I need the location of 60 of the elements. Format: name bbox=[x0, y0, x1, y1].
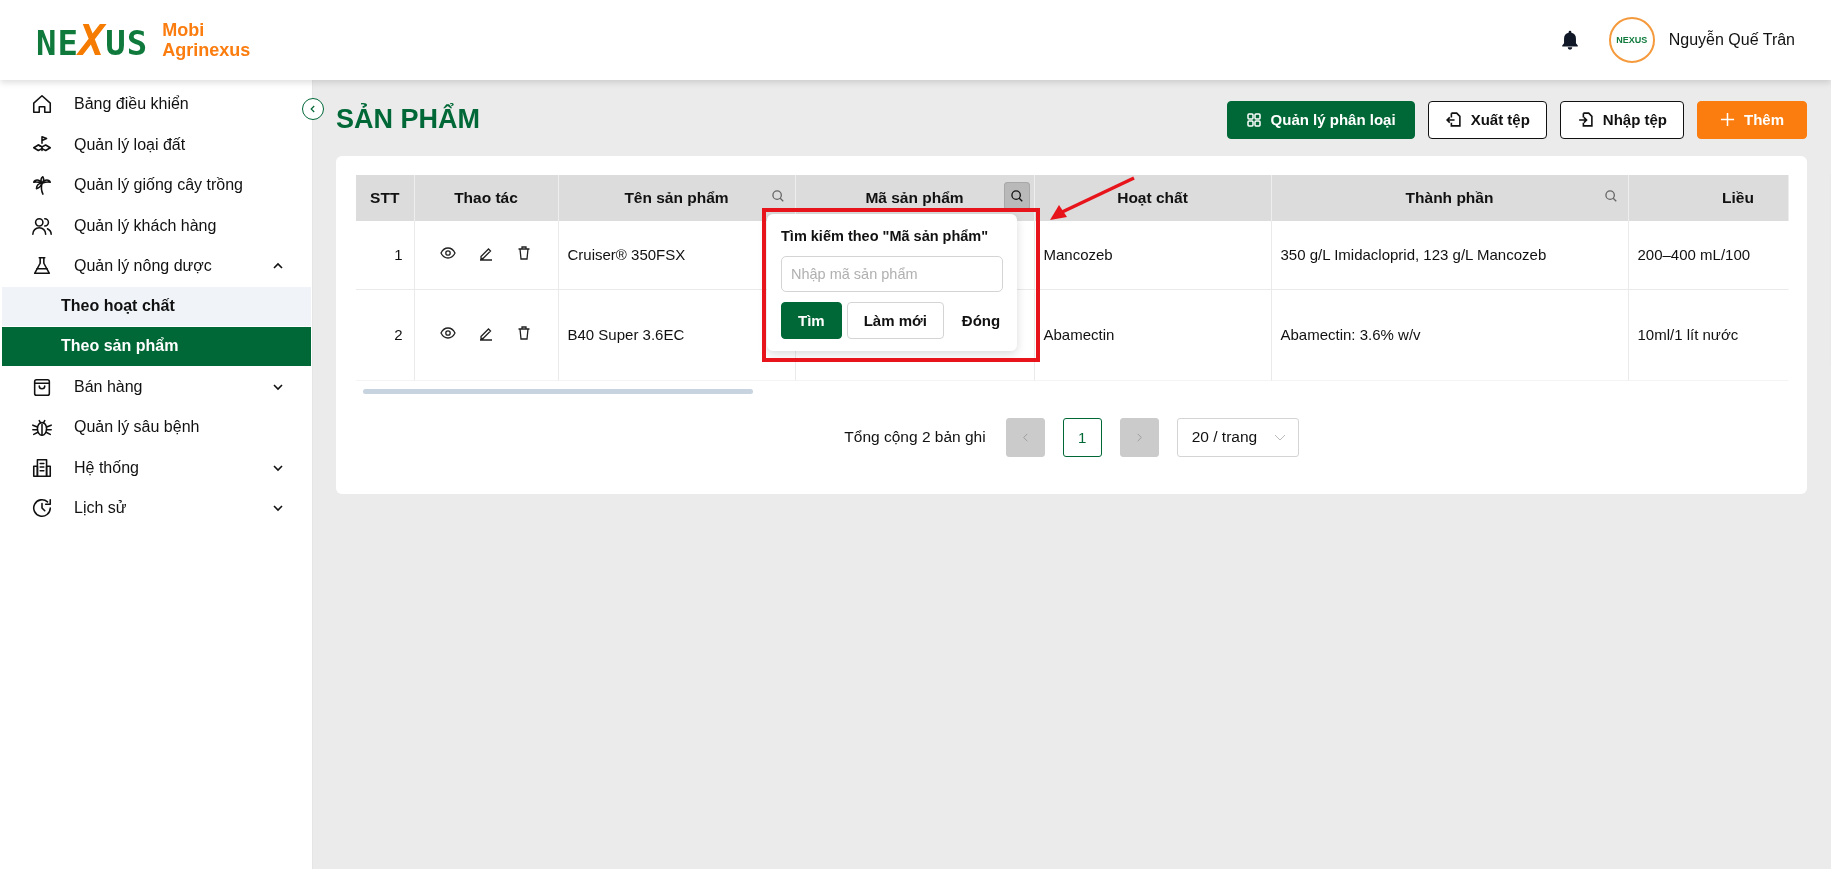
delete-icon[interactable] bbox=[516, 245, 532, 262]
column-header: Hoạt chất bbox=[1034, 175, 1271, 221]
logo-wordmark: NEXUS bbox=[36, 15, 149, 65]
table-cell: Mancozeb bbox=[1034, 221, 1271, 289]
import-file-icon bbox=[1576, 111, 1594, 128]
search-icon bbox=[1009, 189, 1024, 203]
toolbar-button[interactable]: Nhập tệp bbox=[1559, 100, 1684, 139]
building-icon bbox=[31, 456, 53, 479]
popup-button[interactable]: Tìm bbox=[781, 302, 842, 339]
delete-icon[interactable] bbox=[516, 325, 532, 341]
menu-item[interactable]: Quản lý loại đất bbox=[0, 124, 296, 165]
edit-icon[interactable] bbox=[478, 245, 494, 262]
clock-icon bbox=[31, 497, 53, 520]
user-avatar[interactable]: NEXUS bbox=[1608, 17, 1655, 63]
submenu-item[interactable]: Theo hoạt chất bbox=[2, 286, 311, 326]
search-icon bbox=[770, 189, 785, 203]
popup-button[interactable]: Làm mới bbox=[846, 302, 944, 339]
table-cell: 350 g/L Imidacloprid, 123 g/L Mancozeb bbox=[1271, 221, 1628, 289]
menu-item[interactable]: Bảng điều khiển bbox=[0, 84, 296, 125]
submenu-item[interactable]: Theo sản phẩm bbox=[2, 326, 311, 366]
menu-item[interactable]: Hệ thống bbox=[0, 447, 296, 488]
table-cell: Abamectin bbox=[1034, 289, 1271, 380]
table-cell: Abamectin: 3.6% w/v bbox=[1271, 289, 1628, 380]
menu-item[interactable]: Quản lý giống cây trồng bbox=[0, 165, 296, 206]
grid-icon bbox=[1245, 111, 1262, 128]
view-icon[interactable] bbox=[440, 245, 456, 262]
table-cell: 10ml/1 lít nước bbox=[1628, 289, 1789, 380]
menu-item[interactable]: Quản lý khách hàng bbox=[0, 205, 296, 246]
collapse-sidebar-button[interactable] bbox=[302, 98, 324, 120]
table-cell: 200–400 mL/100 bbox=[1628, 221, 1789, 289]
brand-name: Agrinexus bbox=[162, 40, 251, 60]
toolbar-button[interactable]: Xuất tệp bbox=[1427, 100, 1547, 139]
page-size-select[interactable]: 20 / trang bbox=[1176, 417, 1299, 457]
plus-icon bbox=[1720, 112, 1735, 127]
page-button[interactable]: 1 bbox=[1062, 417, 1102, 457]
column-header: Thành phần bbox=[1271, 175, 1628, 221]
menu-item[interactable]: Quản lý sâu bệnh bbox=[0, 407, 296, 448]
column-header: Tên sản phẩm bbox=[558, 175, 795, 221]
table-cell: 1 bbox=[356, 221, 414, 289]
menu-item[interactable]: Quản lý nông dược bbox=[0, 246, 296, 287]
total-records: Tổng cộng 2 bản ghi bbox=[844, 428, 986, 446]
column-search-button[interactable] bbox=[1003, 182, 1030, 210]
search-input-field[interactable]: Nhập mã sản phẩm bbox=[781, 256, 1003, 292]
column-header: Liều bbox=[1628, 175, 1789, 221]
column-header: Thao tác bbox=[414, 175, 558, 221]
edit-icon[interactable] bbox=[478, 325, 494, 341]
table-cell: 2 bbox=[356, 289, 414, 380]
palm-tree-icon bbox=[31, 174, 53, 197]
page-title: SẢN PHẨM bbox=[336, 104, 480, 135]
view-icon[interactable] bbox=[440, 325, 456, 341]
menu-item[interactable]: Bán hàng bbox=[0, 366, 296, 407]
home-icon bbox=[31, 93, 53, 116]
export-file-icon bbox=[1444, 111, 1462, 128]
horizontal-scrollbar[interactable] bbox=[363, 388, 753, 394]
user-name[interactable]: Nguyễn Quế Trân bbox=[1668, 31, 1795, 49]
brand-name: Mobi bbox=[162, 20, 206, 40]
column-header: STT bbox=[356, 175, 414, 221]
menu-item[interactable]: Lịch sử bbox=[0, 488, 296, 529]
search-icon bbox=[1603, 189, 1618, 203]
toolbar-button[interactable]: Quản lý phân loại bbox=[1226, 100, 1415, 139]
